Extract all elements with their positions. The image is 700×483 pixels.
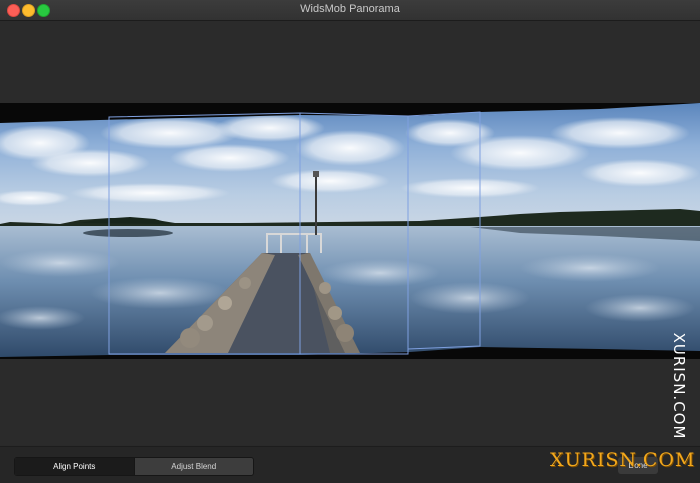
watermark-vertical: XURISN.COM: [670, 332, 688, 440]
panorama-preview[interactable]: [0, 103, 700, 359]
window-title: WidsMob Panorama: [300, 3, 400, 15]
panorama-image: [0, 103, 700, 359]
tab-align-points[interactable]: Align Points: [15, 458, 134, 475]
tab-adjust-blend[interactable]: Adjust Blend: [133, 458, 254, 475]
watermark-logo: XURISN.COM: [550, 449, 696, 471]
title-bar: WidsMob Panorama: [0, 0, 700, 21]
mode-segmented-control: Align Points Adjust Blend: [14, 457, 254, 476]
